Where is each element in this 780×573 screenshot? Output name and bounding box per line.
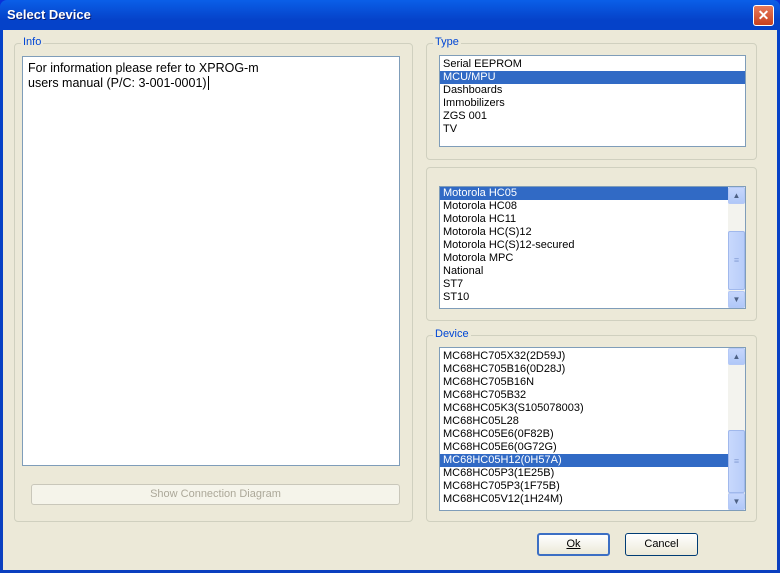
type-list-item[interactable]: Serial EEPROM [440,58,745,71]
family-list-item[interactable]: Motorola HC(S)12-secured [440,239,728,252]
device-list-item[interactable]: MC68HC705X32(2D59J) [440,350,728,363]
device-list-item[interactable]: MC68HC05P3(1E25B) [440,467,728,480]
family-group: Motorola HC05 Motorola HC08 Motorola HC11 M… [426,167,757,321]
family-list-item[interactable]: ST10 [440,291,728,304]
scroll-up-icon[interactable]: ▲ [728,348,745,365]
device-list-item[interactable]: MC68HC05E6(0F82B) [440,428,728,441]
device-list-item[interactable]: MC68HC05H12(0H57A) [440,454,728,467]
show-connection-diagram-button[interactable]: Show Connection Diagram [31,484,400,505]
device-listbox[interactable]: MC68HC705X32(2D59J) MC68HC705B16(0D28J) MC… [439,347,746,511]
family-list-item[interactable]: ST7 [440,278,728,291]
device-group-label: Device [433,328,471,340]
family-list-item[interactable]: National [440,265,728,278]
device-list-item[interactable]: MC68HC705B16(0D28J) [440,363,728,376]
ok-label: Ok [566,538,581,550]
device-list-item[interactable]: MC68HC05K3(S105078003) [440,402,728,415]
family-list-item[interactable]: Motorola HC(S)12 [440,226,728,239]
device-list-item[interactable]: MC68HC705B32 [440,389,728,402]
cancel-label: Cancel [644,538,679,550]
close-button[interactable]: ✕ [753,5,774,26]
info-textarea[interactable]: For information please refer to XPROG-m … [22,56,400,466]
family-list-item[interactable]: Motorola HC05 [440,187,728,200]
info-group: Info For information please refer to XPR… [14,36,413,522]
scroll-thumb[interactable]: ≡ [728,231,745,290]
info-line-2: users manual (P/C: 3-001-0001) [28,76,209,90]
device-list-item[interactable]: MC68HC705P3(1F75B) [440,480,728,493]
dialog-window: Select Device ✕ Info For information ple… [0,0,780,573]
device-list-item[interactable]: MC68HC05E6(0G72G) [440,441,728,454]
device-list-item[interactable]: MC68HC05V12(1H24M) [440,493,728,506]
scroll-down-icon[interactable]: ▼ [728,291,745,308]
device-list-item[interactable]: MC68HC705B16N [440,376,728,389]
cancel-button[interactable]: Cancel [625,533,698,556]
info-line-1: For information please refer to XPROG-m [28,61,259,75]
family-scrollbar[interactable]: ▲ ≡ ▼ [728,187,745,308]
type-list-item[interactable]: TV [440,123,745,136]
device-scrollbar[interactable]: ▲ ≡ ▼ [728,348,745,510]
info-group-label: Info [21,36,44,48]
family-list-item[interactable]: Motorola HC11 [440,213,728,226]
scroll-up-icon[interactable]: ▲ [728,187,745,204]
type-group: Type Serial EEPROM MCU/MPU Dashboards Immob… [426,36,757,160]
device-group: Device MC68HC705X32(2D59J) MC68HC705B16(0… [426,328,757,522]
ok-button[interactable]: Ok [537,533,610,556]
family-listbox[interactable]: Motorola HC05 Motorola HC08 Motorola HC11 M… [439,186,746,309]
type-list-item[interactable]: ZGS 001 [440,110,745,123]
type-group-label: Type [433,36,461,48]
dialog-client: Info For information please refer to XPR… [3,30,777,570]
type-listbox[interactable]: Serial EEPROM MCU/MPU Dashboards Immobilize… [439,55,746,147]
scroll-down-icon[interactable]: ▼ [728,493,745,510]
device-list-item[interactable]: MC68HC05L28 [440,415,728,428]
window-title: Select Device [7,7,91,22]
family-list-item[interactable]: Motorola HC08 [440,200,728,213]
type-list-item[interactable]: Immobilizers [440,97,745,110]
type-list-item[interactable]: Dashboards [440,84,745,97]
scroll-thumb[interactable]: ≡ [728,430,745,493]
family-list-item[interactable]: Motorola MPC [440,252,728,265]
type-list-item[interactable]: MCU/MPU [440,71,745,84]
